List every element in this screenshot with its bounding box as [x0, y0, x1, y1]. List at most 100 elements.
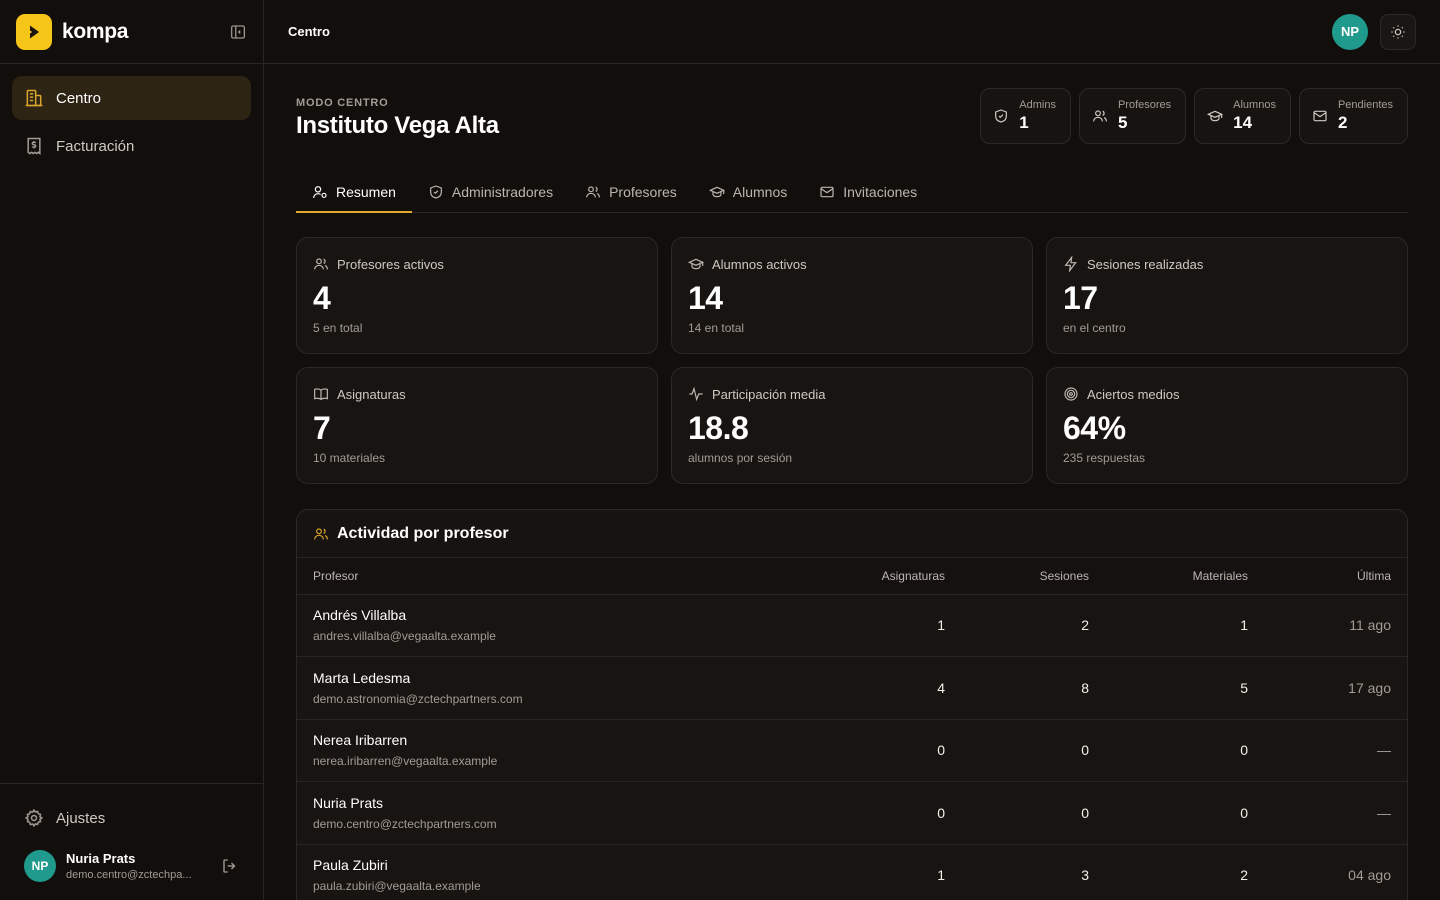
cell-subjects: 1 — [817, 844, 961, 900]
sidebar-collapse-icon[interactable] — [229, 23, 247, 41]
cell-sessions: 2 — [961, 594, 1105, 657]
card-title: Alumnos activos — [712, 256, 807, 272]
card-value: 18.8 — [688, 410, 749, 446]
theme-toggle-button[interactable] — [1380, 13, 1416, 50]
card-value: 64% — [1063, 410, 1126, 446]
brand-header: kompa — [0, 0, 263, 64]
gear-icon — [24, 808, 44, 828]
tab-label: Invitaciones — [843, 184, 918, 200]
topbar: Centro NP — [264, 0, 1440, 64]
stat-label: Admins — [1019, 99, 1056, 111]
column-header[interactable]: Materiales — [1105, 558, 1264, 595]
cell-last: 04 ago — [1264, 844, 1407, 900]
teacher-name: Andrés Villalba — [313, 607, 407, 624]
sidebar-item-label: Centro — [56, 89, 102, 107]
bolt-icon — [1063, 256, 1079, 272]
teacher-name: Paula Zubiri — [313, 857, 388, 874]
tab-alumnos[interactable]: Alumnos — [693, 172, 803, 212]
card-value: 7 — [313, 410, 331, 446]
card-profesores-activos: Profesores activos 4 5 en total — [296, 237, 658, 354]
tab-profesores[interactable]: Profesores — [569, 172, 693, 212]
card-title: Profesores activos — [337, 256, 444, 272]
card-subtitle: en el centro — [1063, 321, 1126, 335]
tab-resumen[interactable]: Resumen — [296, 172, 412, 213]
table-row[interactable]: Nuria Prats demo.centro@zctechpartners.co… — [297, 781, 1407, 845]
card-title: Aciertos medios — [1087, 386, 1180, 402]
stat-value: 5 — [1117, 113, 1128, 132]
stat-pill-admins: Admins 1 — [980, 88, 1071, 144]
stat-label: Alumnos — [1233, 99, 1276, 111]
building-icon — [24, 88, 44, 108]
kompa-logo-icon[interactable] — [16, 13, 52, 50]
mail-icon — [819, 184, 835, 200]
cell-materials: 5 — [1105, 656, 1264, 720]
cell-subjects: 0 — [817, 781, 961, 845]
sidebar-item-centro[interactable]: Centro — [12, 76, 251, 120]
avatar[interactable]: NP — [24, 850, 56, 882]
tab-label: Administradores — [451, 184, 554, 200]
sidebar-item-label: Facturación — [56, 137, 135, 155]
table-row[interactable]: Paula Zubiri paula.zubiri@vegaalta.exampl… — [297, 844, 1407, 900]
cell-sessions: 3 — [961, 844, 1105, 900]
sidebar-item-facturacion[interactable]: Facturación — [12, 124, 251, 168]
teacher-name: Nerea Iribarren — [313, 732, 408, 749]
sidebar-footer: Ajustes NP Nuria Prats demo.centro@zctec… — [0, 783, 263, 900]
column-header[interactable]: Última — [1264, 558, 1407, 595]
shield-icon — [993, 108, 1009, 124]
stat-value: 2 — [1337, 113, 1348, 132]
activity-header: Actividad por profesor — [297, 510, 1407, 558]
stat-value: 14 — [1233, 113, 1253, 132]
tab-label: Alumnos — [732, 184, 788, 200]
user-summary-icon — [312, 184, 328, 200]
sidebar-item-ajustes[interactable]: Ajustes — [12, 796, 251, 840]
card-subtitle: 5 en total — [313, 321, 363, 335]
tab-invitaciones[interactable]: Invitaciones — [803, 172, 933, 212]
users-icon — [585, 184, 601, 200]
graduation-cap-icon — [688, 256, 704, 272]
card-aciertos-medios: Aciertos medios 64% 235 respuestas — [1046, 367, 1408, 484]
card-value: 17 — [1063, 280, 1098, 316]
logout-icon[interactable] — [221, 857, 239, 875]
teacher-email: paula.zubiri@vegaalta.example — [313, 879, 481, 894]
stat-pill-alumnos: Alumnos 14 — [1194, 88, 1291, 144]
card-value: 4 — [313, 280, 331, 316]
card-subtitle: 235 respuestas — [1063, 451, 1146, 465]
user-email: demo.centro@zctechpa... — [66, 869, 192, 881]
card-title: Sesiones realizadas — [1087, 256, 1204, 272]
column-header[interactable]: Profesor — [297, 558, 817, 595]
table-row[interactable]: Andrés Villalba andres.villalba@vegaalta.… — [297, 594, 1407, 657]
sidebar-nav: Centro Facturación — [0, 64, 263, 184]
teacher-email: andres.villalba@vegaalta.example — [313, 629, 496, 644]
avatar[interactable]: NP — [1332, 13, 1368, 50]
teacher-name: Nuria Prats — [313, 794, 384, 811]
users-icon — [313, 526, 329, 542]
topbar-actions: NP — [1332, 13, 1416, 50]
card-title: Asignaturas — [337, 386, 406, 402]
card-asignaturas: Asignaturas 7 10 materiales — [296, 367, 658, 484]
graduation-cap-icon — [1207, 108, 1224, 124]
tab-administradores[interactable]: Administradores — [412, 172, 569, 212]
stat-pill-profesores: Profesores 5 — [1078, 88, 1187, 144]
column-header[interactable]: Asignaturas — [817, 558, 961, 595]
page-title: Instituto Vega Alta — [296, 112, 499, 139]
card-subtitle: 10 materiales — [313, 451, 386, 465]
user-info: Nuria Prats demo.centro@zctechpa... — [66, 851, 206, 881]
table-row[interactable]: Nerea Iribarren nerea.iribarren@vegaalta.… — [297, 719, 1407, 782]
user-name: Nuria Prats — [66, 851, 136, 866]
cell-sessions: 0 — [961, 781, 1105, 845]
cell-materials: 0 — [1105, 719, 1264, 782]
cell-subjects: 1 — [817, 594, 961, 657]
teacher-email: demo.astronomia@zctechpartners.com — [313, 691, 523, 706]
card-value: 14 — [688, 280, 723, 316]
column-header[interactable]: Sesiones — [961, 558, 1105, 595]
mode-label: MODO CENTRO — [296, 97, 389, 109]
cell-sessions: 8 — [961, 656, 1105, 720]
book-icon — [313, 386, 329, 402]
shield-icon — [428, 184, 444, 200]
card-subtitle: alumnos por sesión — [688, 451, 793, 465]
teacher-email: nerea.iribarren@vegaalta.example — [313, 754, 498, 769]
stat-pill-pendientes: Pendientes 2 — [1298, 88, 1408, 144]
table-row[interactable]: Marta Ledesma demo.astronomia@zctechpartn… — [297, 656, 1407, 720]
activity-title: Actividad por profesor — [337, 524, 509, 542]
tab-label: Profesores — [609, 184, 677, 200]
